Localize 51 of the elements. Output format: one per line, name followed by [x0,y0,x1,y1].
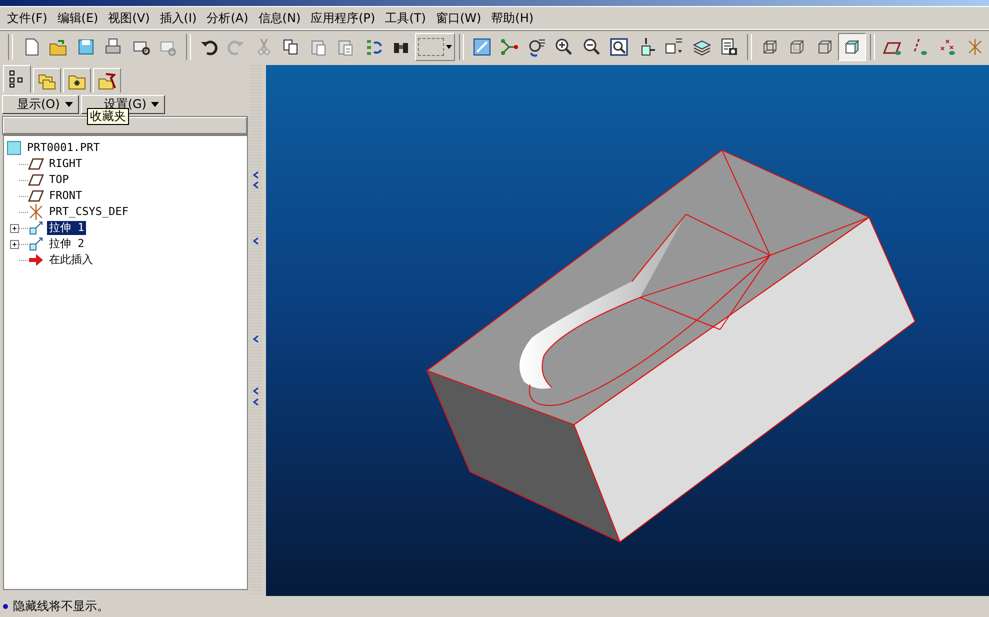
expand-toggle[interactable] [11,224,18,232]
menu-item[interactable]: 信息(N) [253,8,306,28]
caret-icon [64,102,73,107]
selection-filter-dropdown[interactable] [414,32,455,60]
menu-item[interactable]: 工具(T) [380,8,431,28]
datum-plane-icon [28,190,44,202]
caret-icon [151,102,160,107]
tree-root-item[interactable]: PRT0001.PRT [25,141,102,155]
part-icon [7,141,21,155]
menu-item[interactable]: 帮助(H) [486,8,539,28]
coordinate-system-icon [28,204,44,220]
show-menu-button[interactable]: 显示(O) [2,95,79,114]
menu-item[interactable]: 分析(A) [202,8,254,28]
menu-item[interactable]: 应用程序(P) [306,8,380,28]
points-eye-icon[interactable] [938,36,958,56]
tree-item[interactable]: FRONT [47,189,84,203]
orient-icon[interactable] [526,36,547,56]
expand-toggle[interactable] [11,240,18,248]
tree-item[interactable]: 拉伸 2 [47,237,86,251]
printer-icon[interactable] [103,36,124,56]
zoom-in-icon[interactable] [554,36,574,56]
menu-item[interactable]: 编辑(E) [52,8,104,28]
panel-tab[interactable] [3,65,31,93]
view-manager-icon[interactable] [719,36,740,56]
panel-tab[interactable] [63,68,91,93]
tree-item[interactable]: RIGHT [47,157,84,171]
chevron-icon[interactable] [253,335,259,343]
repaint-icon[interactable] [472,36,492,56]
node-icon[interactable] [499,36,520,56]
tree-item[interactable]: PRT_CSYS_DEF [47,205,130,219]
zoom-out-icon[interactable] [582,36,602,56]
tree-item[interactable]: TOP [47,173,71,187]
tool-folder-icon [97,70,117,90]
datum-plane-icon [28,174,44,186]
tooltip: 收藏夹 [87,108,129,125]
menu-item[interactable]: 视图(V) [103,8,155,28]
status-dot-icon [3,604,8,609]
panel-tab[interactable] [93,68,121,93]
extrude-feature-icon [28,236,44,252]
chevron-icon[interactable] [253,237,259,245]
tree-item[interactable]: 拉伸 1 [47,221,86,235]
tree-item[interactable]: 在此插入 [47,253,95,267]
insert-arrow-icon [28,253,44,267]
display-style-button[interactable] [838,32,866,60]
menu-item[interactable]: 文件(F) [2,8,52,28]
menu-item[interactable]: 窗口(W) [430,8,486,28]
extrude-feature-icon [28,220,44,236]
datum-plane-icon [28,158,44,170]
status-message: 隐藏线将不显示。 [13,598,109,615]
zoom-fit-icon[interactable] [609,36,630,56]
menu-item[interactable]: 插入(I) [154,8,202,28]
